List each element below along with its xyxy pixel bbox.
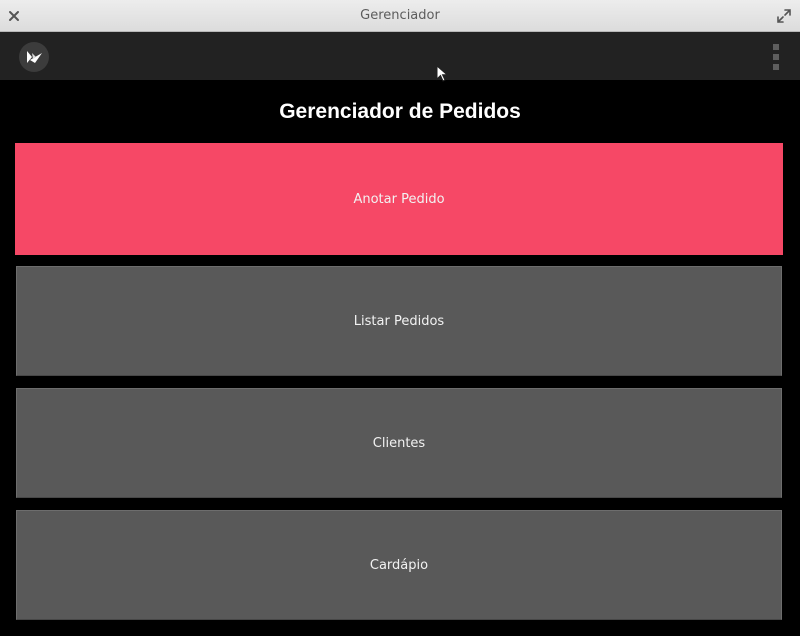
action-bar (0, 32, 800, 80)
mouse-cursor-icon (436, 65, 449, 82)
window-title: Gerenciador (360, 8, 440, 23)
kivy-logo-icon[interactable] (19, 42, 49, 72)
title-bar: Gerenciador (0, 0, 800, 32)
app-window: Gerenciador Gerenciador de Pedidos Anota… (0, 0, 800, 636)
clientes-button[interactable]: Clientes (16, 388, 782, 498)
page-title: Gerenciador de Pedidos (279, 100, 521, 123)
overflow-menu-icon[interactable] (770, 44, 782, 70)
maximize-icon[interactable] (776, 8, 792, 24)
anotar-pedido-button[interactable]: Anotar Pedido (15, 143, 783, 255)
cardapio-button[interactable]: Cardápio (16, 510, 782, 620)
listar-pedidos-button[interactable]: Listar Pedidos (16, 266, 782, 376)
